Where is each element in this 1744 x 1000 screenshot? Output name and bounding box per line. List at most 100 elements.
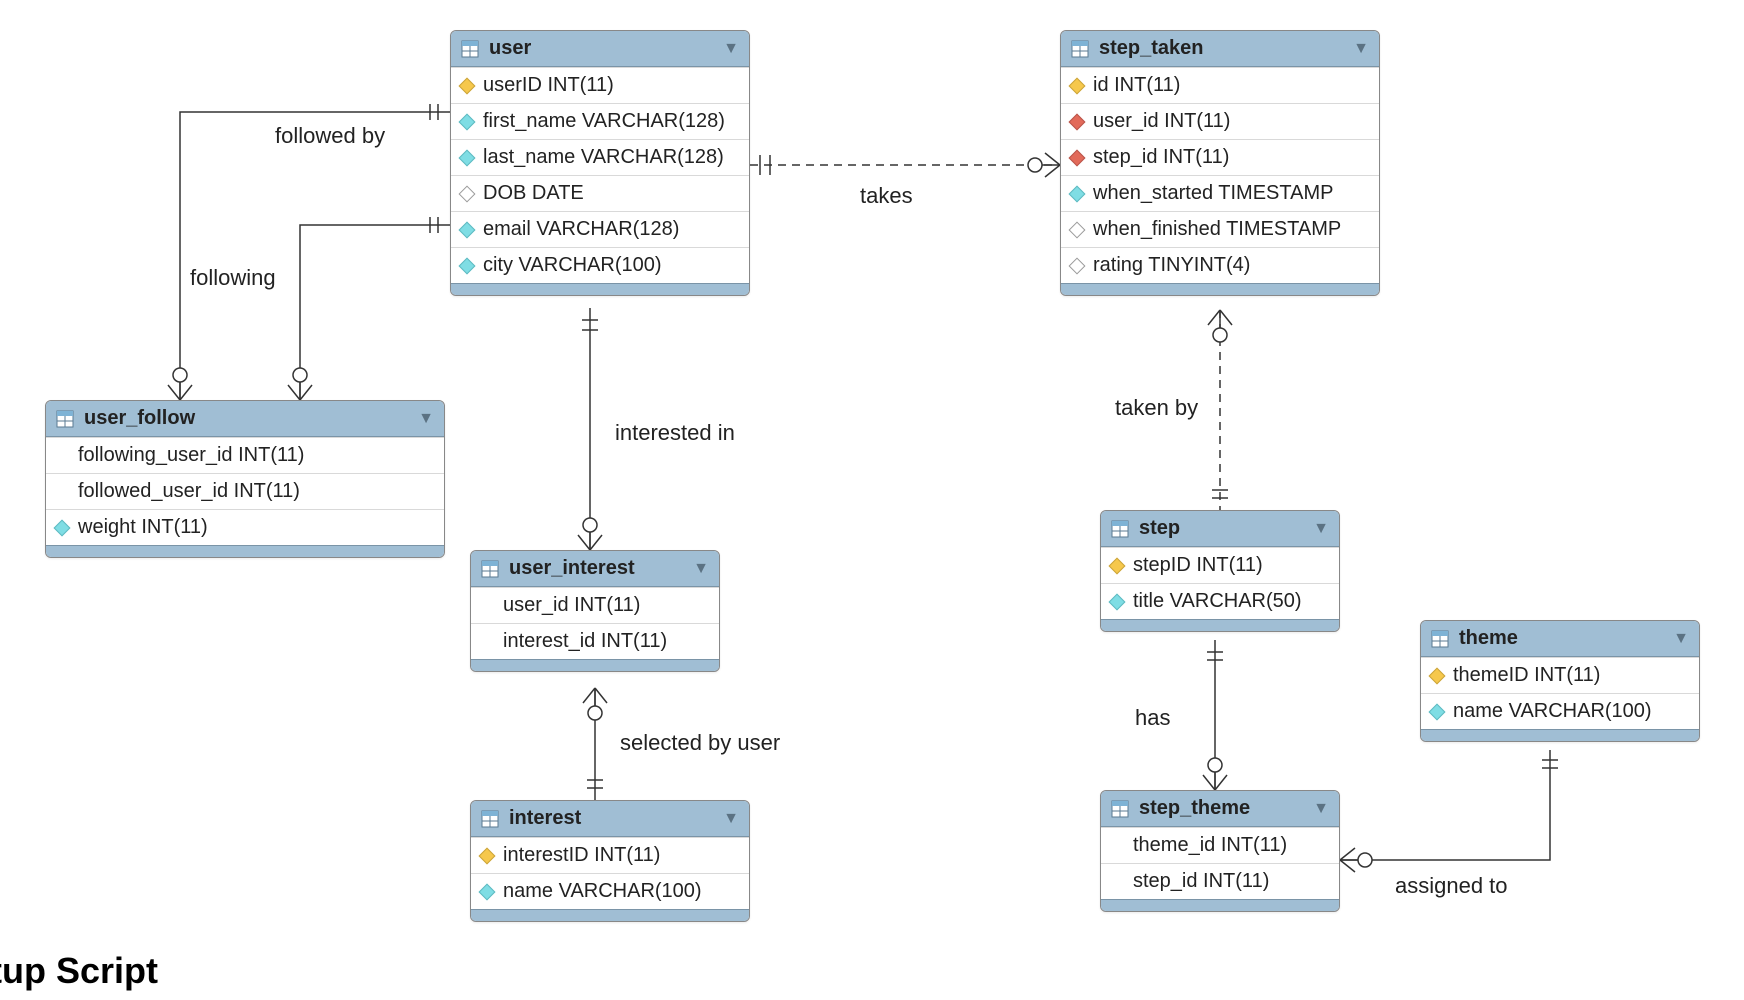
column-row: step_id INT(11) [1061,139,1379,175]
rel-label-assigned-to: assigned to [1395,873,1508,899]
column-row: following_user_id INT(11) [46,437,444,473]
table-header[interactable]: user_interest ▼ [471,551,719,587]
column-def: last_name VARCHAR(128) [483,146,724,169]
column-def: when_started TIMESTAMP [1093,182,1333,205]
column-icon [1069,257,1086,274]
pk-icon [479,847,496,864]
column-row: user_id INT(11) [1061,103,1379,139]
column-def: name VARCHAR(100) [1453,700,1652,723]
column-icon [459,113,476,130]
table-header[interactable]: theme ▼ [1421,621,1699,657]
collapse-icon[interactable]: ▼ [1673,630,1689,648]
column-def: rating TINYINT(4) [1093,254,1250,277]
table-footer [46,545,444,557]
column-def: interestID INT(11) [503,844,660,867]
column-row: theme_id INT(11) [1101,827,1339,863]
column-icon [1109,593,1126,610]
column-row: userID INT(11) [451,67,749,103]
cropped-heading: tup Script [0,950,158,992]
column-row: DOB DATE [451,175,749,211]
table-header[interactable]: step_theme ▼ [1101,791,1339,827]
table-user-follow[interactable]: user_follow ▼ following_user_id INT(11) … [45,400,445,558]
table-icon [461,40,479,58]
table-icon [1111,800,1129,818]
column-def: themeID INT(11) [1453,664,1600,687]
table-icon [481,560,499,578]
column-row: first_name VARCHAR(128) [451,103,749,139]
pk-icon [1069,77,1086,94]
column-def: id INT(11) [1093,74,1180,97]
table-icon [1071,40,1089,58]
collapse-icon[interactable]: ▼ [1313,520,1329,538]
table-header[interactable]: step_taken ▼ [1061,31,1379,67]
table-step[interactable]: step ▼ stepID INT(11) title VARCHAR(50) [1100,510,1340,632]
table-name: interest [509,807,581,830]
column-row: user_id INT(11) [471,587,719,623]
column-icon [459,257,476,274]
column-icon [1069,221,1086,238]
erd-canvas: user ▼ userID INT(11) first_name VARCHAR… [0,0,1744,1000]
rel-label-followed-by: followed by [275,123,385,149]
column-row: when_started TIMESTAMP [1061,175,1379,211]
column-def: email VARCHAR(128) [483,218,679,241]
column-def: following_user_id INT(11) [78,444,304,467]
fk-icon [1069,149,1086,166]
rel-label-following: following [190,265,276,291]
table-footer [1421,729,1699,741]
column-row: interest_id INT(11) [471,623,719,659]
column-def: followed_user_id INT(11) [78,480,300,503]
pk-icon [459,77,476,94]
column-def: DOB DATE [483,182,584,205]
table-step-taken[interactable]: step_taken ▼ id INT(11) user_id INT(11) … [1060,30,1380,296]
table-name: step_theme [1139,797,1250,820]
table-step-theme[interactable]: step_theme ▼ theme_id INT(11) step_id IN… [1100,790,1340,912]
column-def: first_name VARCHAR(128) [483,110,725,133]
column-def: user_id INT(11) [1093,110,1230,133]
rel-label-taken-by: taken by [1115,395,1198,421]
column-row: step_id INT(11) [1101,863,1339,899]
table-icon [1111,520,1129,538]
column-row: id INT(11) [1061,67,1379,103]
table-footer [471,909,749,921]
table-user[interactable]: user ▼ userID INT(11) first_name VARCHAR… [450,30,750,296]
table-icon [56,410,74,428]
column-icon [459,149,476,166]
column-row: name VARCHAR(100) [1421,693,1699,729]
rel-label-has: has [1135,705,1170,731]
table-name: user_follow [84,407,195,430]
column-row: stepID INT(11) [1101,547,1339,583]
table-footer [471,659,719,671]
column-row: last_name VARCHAR(128) [451,139,749,175]
column-icon [54,519,71,536]
column-row: email VARCHAR(128) [451,211,749,247]
column-def: user_id INT(11) [503,594,640,617]
collapse-icon[interactable]: ▼ [418,410,434,428]
table-name: step_taken [1099,37,1204,60]
collapse-icon[interactable]: ▼ [1313,800,1329,818]
table-user-interest[interactable]: user_interest ▼ user_id INT(11) interest… [470,550,720,672]
collapse-icon[interactable]: ▼ [693,560,709,578]
column-def: title VARCHAR(50) [1133,590,1302,613]
table-header[interactable]: interest ▼ [471,801,749,837]
table-icon [481,810,499,828]
collapse-icon[interactable]: ▼ [1353,40,1369,58]
table-footer [1101,899,1339,911]
table-header[interactable]: step ▼ [1101,511,1339,547]
table-theme[interactable]: theme ▼ themeID INT(11) name VARCHAR(100… [1420,620,1700,742]
rel-label-interested-in: interested in [615,420,735,446]
fk-icon [1069,113,1086,130]
table-interest[interactable]: interest ▼ interestID INT(11) name VARCH… [470,800,750,922]
column-row: name VARCHAR(100) [471,873,749,909]
column-def: interest_id INT(11) [503,630,667,653]
column-row: when_finished TIMESTAMP [1061,211,1379,247]
column-icon [1429,703,1446,720]
table-header[interactable]: user_follow ▼ [46,401,444,437]
pk-icon [1109,557,1126,574]
column-def: when_finished TIMESTAMP [1093,218,1341,241]
column-def: weight INT(11) [78,516,208,539]
table-header[interactable]: user ▼ [451,31,749,67]
collapse-icon[interactable]: ▼ [723,810,739,828]
column-def: stepID INT(11) [1133,554,1263,577]
column-def: step_id INT(11) [1133,870,1269,893]
collapse-icon[interactable]: ▼ [723,40,739,58]
